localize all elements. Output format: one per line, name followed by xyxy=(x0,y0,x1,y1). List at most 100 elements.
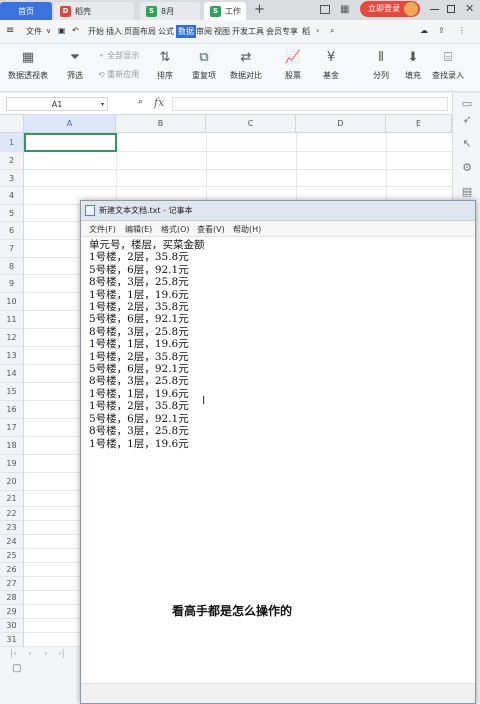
row-header[interactable]: 26 xyxy=(0,563,24,577)
column-header-b[interactable]: B xyxy=(116,115,206,133)
notepad-menu-view[interactable]: 查看(V) xyxy=(197,224,225,235)
row-header[interactable]: 13 xyxy=(0,347,24,365)
row-header[interactable]: 31 xyxy=(0,633,24,647)
stock-button[interactable]: 📈 股票 xyxy=(284,48,302,81)
collapse-icon[interactable]: ▭ xyxy=(459,97,475,113)
close-icon[interactable]: ✕ xyxy=(465,2,474,15)
zoom-icon[interactable]: ⌕ xyxy=(138,97,143,107)
maximize-icon[interactable] xyxy=(447,5,455,13)
column-header-e[interactable]: E xyxy=(386,115,452,133)
menu-daoke[interactable]: 稻 xyxy=(302,26,310,37)
row-header[interactable]: 16 xyxy=(0,401,24,419)
share-icon[interactable]: ⇪ xyxy=(438,26,445,35)
menu-home[interactable]: 开始 xyxy=(88,26,104,37)
formula-input[interactable] xyxy=(172,97,448,111)
more-options-icon[interactable]: ⋮ xyxy=(458,26,466,35)
row-header[interactable]: 20 xyxy=(0,473,24,491)
column-header-d[interactable]: D xyxy=(296,115,386,133)
pivot-table-button[interactable]: ▦ 数据透视表 xyxy=(8,48,48,81)
row-header[interactable]: 2 xyxy=(0,152,24,170)
row-header[interactable]: 8 xyxy=(0,258,24,275)
menu-member[interactable]: 会员专享 xyxy=(266,26,298,37)
show-all-button[interactable]: ⚬ 全部显示 xyxy=(98,50,139,61)
status-icon[interactable]: ▢ xyxy=(12,663,21,674)
notepad-horizontal-scrollbar[interactable] xyxy=(81,683,475,703)
column-header-c[interactable]: C xyxy=(206,115,296,133)
sort-button[interactable]: ⇅ 排序 xyxy=(156,48,174,81)
hamburger-icon[interactable]: ≡ xyxy=(6,25,14,36)
fx-icon[interactable]: fx xyxy=(154,96,164,109)
tab-8month[interactable]: S 8月 xyxy=(140,2,200,20)
more-icon[interactable]: › xyxy=(316,26,319,35)
last-sheet-icon[interactable]: ›| xyxy=(58,649,65,659)
row-header[interactable]: 12 xyxy=(0,329,24,347)
menu-file[interactable]: 文件 xyxy=(26,26,42,37)
menu-page-layout[interactable]: 页面布局 xyxy=(124,26,156,37)
selected-cell-a1[interactable] xyxy=(24,133,117,152)
row-header[interactable]: 11 xyxy=(0,311,24,329)
notepad-menu-format[interactable]: 格式(O) xyxy=(161,224,190,235)
menu-formula[interactable]: 公式 xyxy=(158,26,174,37)
row-header[interactable]: 4 xyxy=(0,187,24,205)
format-icon[interactable]: ▤ xyxy=(459,185,475,201)
style-icon[interactable]: ⚙ xyxy=(459,161,475,177)
select-all-corner[interactable] xyxy=(0,115,24,133)
notepad-menu-edit[interactable]: 编辑(E) xyxy=(125,224,152,235)
minimize-icon[interactable] xyxy=(430,9,439,10)
save-icon[interactable]: ▣ xyxy=(58,26,66,35)
window-layout-icon[interactable] xyxy=(320,5,330,14)
next-sheet-icon[interactable]: › xyxy=(44,649,48,659)
row-header[interactable]: 22 xyxy=(0,507,24,521)
row-header[interactable]: 25 xyxy=(0,549,24,563)
row-header[interactable]: 30 xyxy=(0,619,24,633)
reapply-button[interactable]: ⟲ 重新应用 xyxy=(98,69,139,80)
split-column-button[interactable]: ⫴ 分列 xyxy=(372,48,390,81)
data-compare-button[interactable]: ⇄ 数据对比 xyxy=(230,48,262,81)
tab-home[interactable]: 首页 xyxy=(0,2,52,20)
notepad-title-bar[interactable]: 新建文本文档.txt - 记事本 xyxy=(81,201,475,221)
notepad-menu-file[interactable]: 文件(F) xyxy=(89,224,116,235)
search-icon[interactable]: ⌕ xyxy=(330,26,334,36)
new-tab-button[interactable]: + xyxy=(254,2,265,17)
row-header[interactable]: 9 xyxy=(0,275,24,293)
row-header[interactable]: 19 xyxy=(0,455,24,473)
avatar[interactable] xyxy=(404,2,418,16)
row-header[interactable]: 7 xyxy=(0,240,24,258)
tab-daoke[interactable]: D 稻壳 xyxy=(54,2,134,20)
cloud-icon[interactable]: ☁ xyxy=(420,26,428,35)
row-header[interactable]: 6 xyxy=(0,222,24,240)
fill-button[interactable]: ⬇ 填充 xyxy=(404,48,422,81)
row-header[interactable]: 17 xyxy=(0,419,24,437)
row-header[interactable]: 15 xyxy=(0,383,24,401)
prev-sheet-icon[interactable]: ‹ xyxy=(28,649,32,659)
row-header[interactable]: 29 xyxy=(0,605,24,619)
row-header[interactable]: 10 xyxy=(0,293,24,311)
menu-view[interactable]: 视图 xyxy=(214,26,230,37)
row-header[interactable]: 24 xyxy=(0,535,24,549)
row-header[interactable]: 27 xyxy=(0,577,24,591)
row-header[interactable]: 3 xyxy=(0,170,24,187)
row-header[interactable]: 1 xyxy=(0,133,24,152)
menu-developer[interactable]: 开发工具 xyxy=(232,26,264,37)
column-header-a[interactable]: A xyxy=(24,115,116,133)
menu-insert[interactable]: 插入 xyxy=(106,26,122,37)
row-header[interactable]: 21 xyxy=(0,491,24,507)
row-header[interactable]: 28 xyxy=(0,591,24,605)
undo-icon[interactable]: ↶ xyxy=(72,26,79,35)
rocket-icon[interactable]: ➶ xyxy=(459,113,475,129)
menu-review[interactable]: 审阅 xyxy=(196,26,212,37)
lookup-entry-button[interactable]: ⌸ 查找录入 xyxy=(432,48,464,81)
fund-button[interactable]: ¥ 基金 xyxy=(322,48,340,81)
row-header[interactable]: 5 xyxy=(0,205,24,222)
row-header[interactable]: 23 xyxy=(0,521,24,535)
name-box[interactable]: A1 ▾ xyxy=(6,97,108,111)
notepad-menu-help[interactable]: 帮助(H) xyxy=(233,224,261,235)
tab-work[interactable]: S 工作 xyxy=(204,2,246,20)
row-header[interactable]: 14 xyxy=(0,365,24,383)
menu-file-chevron-icon[interactable]: ∨ xyxy=(46,27,51,35)
notepad-text-area[interactable]: 单元号，楼层，买菜金额 1号楼，2层，35.8元 5号楼，6层，92.1元 8号楼，3… xyxy=(89,239,205,450)
select-arrow-icon[interactable]: ↖ xyxy=(459,137,475,153)
duplicate-button[interactable]: ⧉ 重复项 xyxy=(192,48,216,81)
grid-view-icon[interactable]: ▦ xyxy=(340,4,349,15)
filter-button[interactable]: ⏷ 筛选 xyxy=(66,48,84,81)
